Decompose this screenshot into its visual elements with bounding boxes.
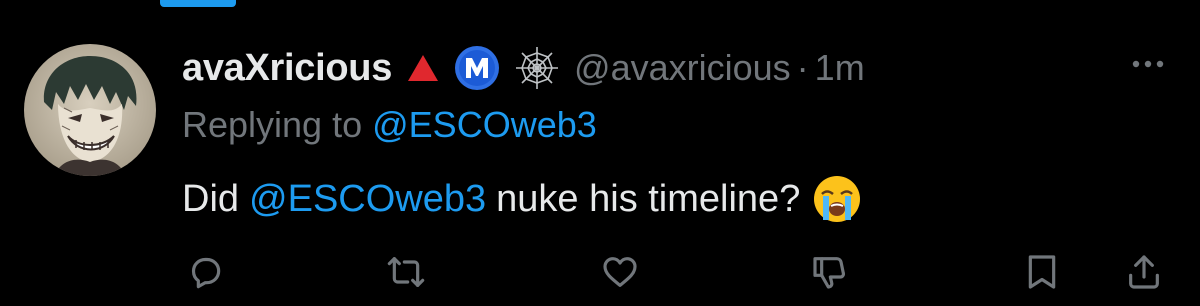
retweet-icon[interactable]	[384, 250, 428, 294]
tweet-text-after: nuke his timeline?	[496, 177, 801, 220]
display-name[interactable]: avaXricious	[182, 47, 392, 90]
replying-to-line: Replying to @ESCOweb3	[182, 104, 597, 146]
active-tab-indicator	[160, 0, 236, 7]
tweet-body: Did @ESCOweb3 nuke his timeline?	[182, 174, 862, 224]
like-icon[interactable]	[598, 250, 642, 294]
more-options-icon[interactable]	[1126, 50, 1170, 78]
reply-icon[interactable]	[184, 250, 228, 294]
tweet-mention-link[interactable]: @ESCOweb3	[249, 178, 486, 221]
share-icon[interactable]	[1122, 250, 1166, 294]
downvote-icon[interactable]	[808, 250, 852, 294]
red-triangle-icon	[406, 53, 440, 83]
tweet-header: avaXricious @avaxricious · 1m	[182, 42, 865, 94]
timestamp[interactable]: 1m	[815, 47, 865, 89]
reply-handle-link[interactable]: @ESCOweb3	[372, 104, 597, 145]
tweet-text-before: Did	[182, 177, 240, 220]
spider-web-icon	[514, 45, 560, 91]
user-handle[interactable]: @avaxricious	[574, 47, 791, 89]
avatar[interactable]	[24, 44, 156, 176]
replying-to-label: Replying to	[182, 104, 363, 145]
loudly-crying-face-icon	[812, 174, 862, 224]
blue-m-circle-icon	[454, 45, 500, 91]
bookmark-icon[interactable]	[1020, 250, 1064, 294]
separator-dot: ·	[796, 47, 809, 88]
